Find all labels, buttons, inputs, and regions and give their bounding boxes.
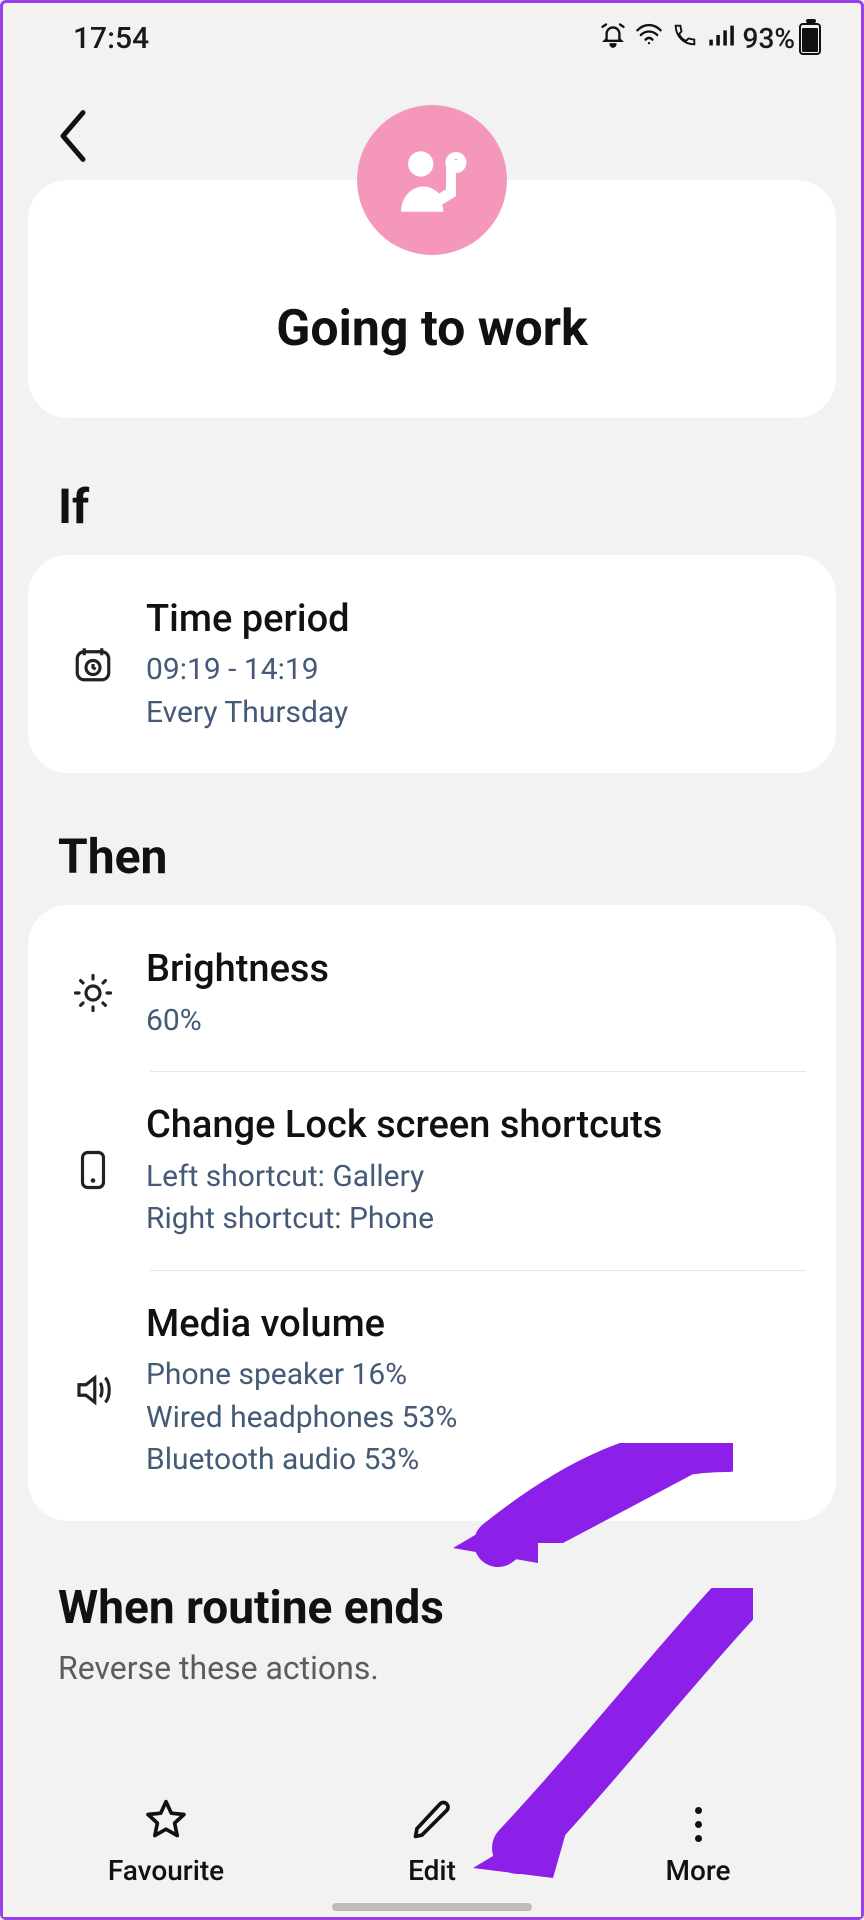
- routine-title: Going to work: [48, 300, 816, 358]
- edit-label: Edit: [299, 1854, 565, 1887]
- calendar-clock-icon: [68, 643, 118, 685]
- status-bar: 17:54 93%: [3, 3, 861, 66]
- lock-right-shortcut: Right shortcut: Phone: [146, 1199, 796, 1240]
- if-conditions-card: Time period 09:19 - 14:19 Every Thursday: [28, 555, 836, 773]
- favourite-label: Favourite: [33, 1854, 299, 1887]
- star-icon: [144, 1827, 188, 1846]
- battery-indicator: 93%: [743, 22, 821, 55]
- action-brightness-value: 60%: [146, 1001, 796, 1042]
- volte-icon: [671, 21, 699, 56]
- phone-icon: [68, 1149, 118, 1191]
- nav-gesture-handle[interactable]: [332, 1903, 532, 1911]
- action-brightness-title: Brightness: [146, 945, 796, 994]
- routine-header-card: Going to work: [28, 180, 836, 418]
- favourite-button[interactable]: Favourite: [33, 1798, 299, 1887]
- brightness-icon: [68, 972, 118, 1014]
- pencil-icon: [410, 1827, 454, 1846]
- section-label-then: Then: [3, 773, 861, 905]
- speaker-icon: [68, 1369, 118, 1411]
- condition-body: Time period 09:19 - 14:19 Every Thursday: [146, 595, 796, 733]
- status-time: 17:54: [73, 21, 149, 56]
- condition-days: Every Thursday: [146, 693, 796, 734]
- media-wired: Wired headphones 53%: [146, 1398, 796, 1439]
- commute-icon: [387, 133, 477, 227]
- routine-avatar[interactable]: [357, 105, 507, 255]
- more-label: More: [565, 1854, 831, 1887]
- signal-icon: [707, 21, 735, 56]
- battery-percent: 93%: [743, 22, 795, 55]
- media-bluetooth: Bluetooth audio 53%: [146, 1440, 796, 1481]
- then-actions-card: Brightness 60% Change Lock screen shortc…: [28, 905, 836, 1520]
- when-ends-section: When routine ends Reverse these actions.: [3, 1521, 861, 1697]
- when-ends-title: When routine ends: [58, 1581, 806, 1635]
- bottom-toolbar: Favourite Edit More: [3, 1780, 861, 1917]
- more-vert-icon: [565, 1802, 831, 1846]
- lock-left-shortcut: Left shortcut: Gallery: [146, 1157, 796, 1198]
- action-lock-shortcuts[interactable]: Change Lock screen shortcuts Left shortc…: [58, 1071, 806, 1269]
- when-ends-sub: Reverse these actions.: [58, 1649, 806, 1687]
- status-indicators: 93%: [599, 21, 821, 56]
- condition-time-range: 09:19 - 14:19: [146, 650, 796, 691]
- condition-title: Time period: [146, 595, 796, 644]
- action-media-volume[interactable]: Media volume Phone speaker 16% Wired hea…: [58, 1270, 806, 1511]
- wifi-icon: [635, 21, 663, 56]
- media-phone-speaker: Phone speaker 16%: [146, 1355, 796, 1396]
- action-brightness[interactable]: Brightness 60%: [58, 915, 806, 1071]
- battery-icon: [799, 23, 821, 55]
- condition-time-period[interactable]: Time period 09:19 - 14:19 Every Thursday: [58, 565, 806, 763]
- action-media-title: Media volume: [146, 1300, 796, 1349]
- alarm-icon: [599, 21, 627, 56]
- action-lock-title: Change Lock screen shortcuts: [146, 1101, 796, 1150]
- more-button[interactable]: More: [565, 1802, 831, 1887]
- edit-button[interactable]: Edit: [299, 1798, 565, 1887]
- section-label-if: If: [3, 418, 861, 555]
